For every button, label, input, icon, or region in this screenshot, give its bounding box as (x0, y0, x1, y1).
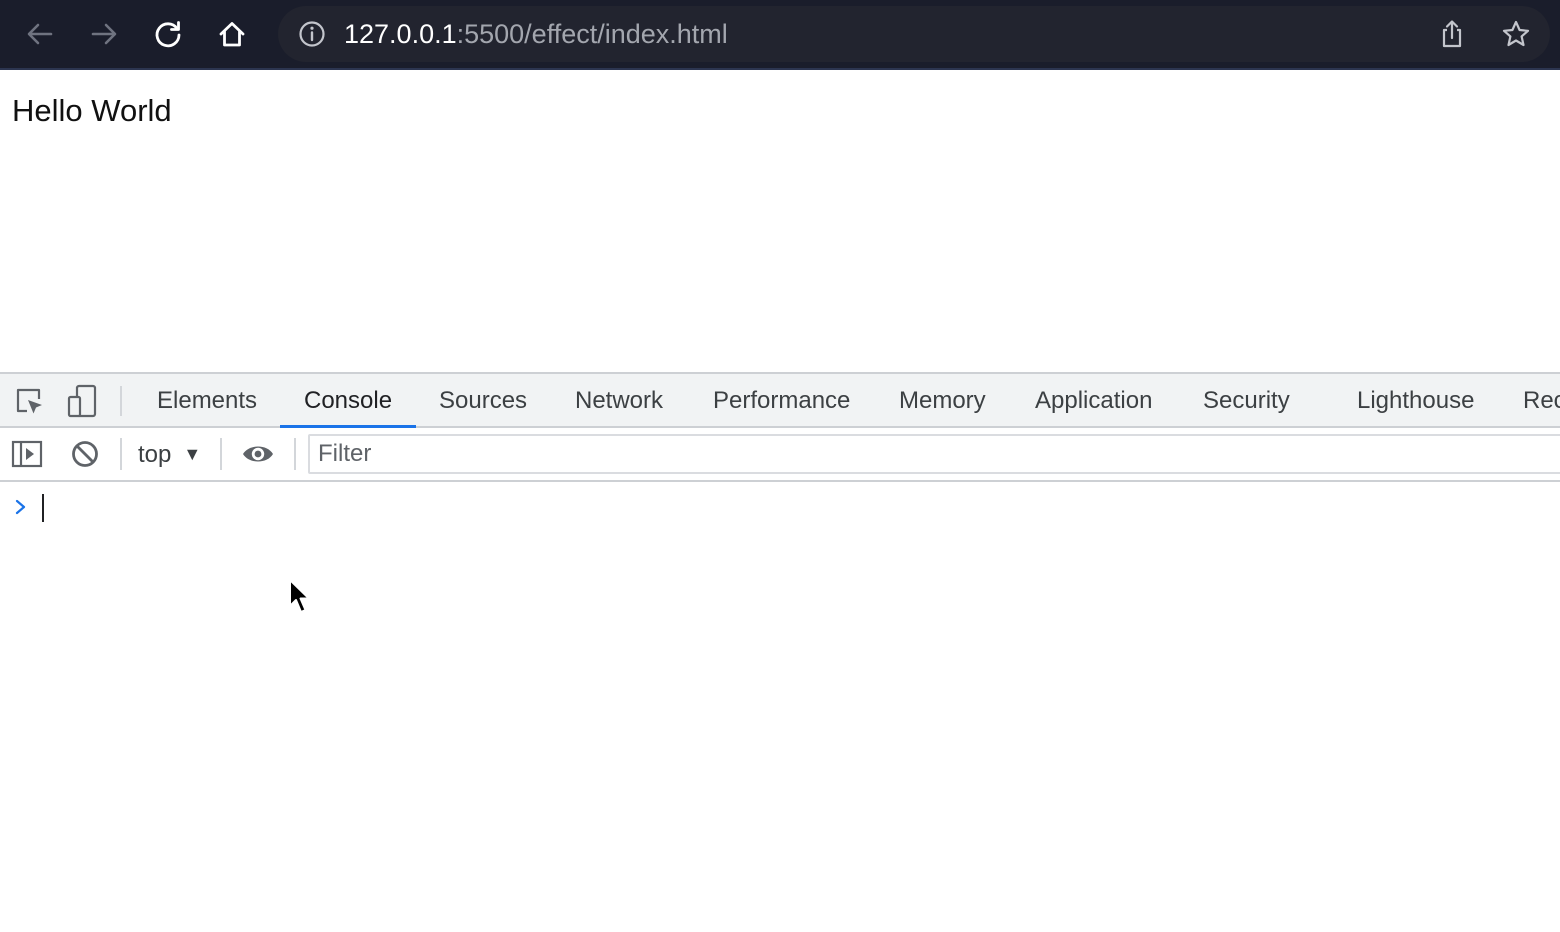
console-filter (308, 434, 1560, 474)
console-sidebar-button[interactable] (10, 438, 44, 470)
back-button[interactable] (20, 14, 60, 54)
device-toolbar-button[interactable] (64, 384, 100, 418)
console-prompt[interactable] (12, 492, 1552, 526)
sidebar-toggle-icon (11, 440, 43, 468)
tab-memory[interactable]: Memory (875, 374, 1010, 428)
devtools-panel: Elements Console Sources Network Perform… (0, 372, 1560, 932)
home-button[interactable] (212, 14, 252, 54)
share-button[interactable] (1436, 18, 1468, 50)
devtools-tab-bar: Elements Console Sources Network Perform… (0, 374, 1560, 428)
tab-console[interactable]: Console (280, 374, 417, 428)
clear-console-icon (72, 441, 98, 467)
bookmark-button[interactable] (1500, 18, 1532, 50)
reload-icon (155, 21, 181, 48)
home-icon (219, 22, 245, 47)
site-info-button[interactable] (298, 20, 326, 48)
tab-sources[interactable]: Sources (415, 374, 551, 428)
tab-application[interactable]: Application (1011, 374, 1176, 428)
arrow-right-icon (91, 23, 117, 45)
info-circle-icon (299, 21, 325, 47)
live-expression-button[interactable] (240, 438, 276, 470)
tab-security[interactable]: Security (1179, 374, 1314, 428)
device-toggle-icon (67, 384, 97, 418)
star-icon (1502, 20, 1530, 47)
mouse-pointer-icon (289, 579, 310, 613)
text-caret (42, 494, 44, 522)
inspect-element-button[interactable] (12, 384, 46, 418)
forward-button[interactable] (84, 14, 124, 54)
console-toolbar: top ▼ (0, 428, 1560, 482)
arrow-left-icon (27, 23, 53, 45)
toolbar-divider (120, 386, 122, 416)
tab-performance[interactable]: Performance (689, 374, 874, 428)
toolbar-divider (220, 438, 222, 470)
tab-elements[interactable]: Elements (133, 374, 281, 428)
reload-button[interactable] (148, 14, 188, 54)
chevron-right-icon (12, 494, 30, 520)
share-icon (1442, 20, 1462, 48)
page-heading: Hello World (12, 93, 172, 128)
browser-toolbar: 127.0.0.1:5500/effect/index.html (0, 0, 1560, 70)
tab-lighthouse[interactable]: Lighthouse (1333, 374, 1498, 428)
toolbar-divider (120, 438, 122, 470)
inspect-element-icon (16, 388, 42, 414)
context-label: top (138, 441, 172, 468)
console-filter-input[interactable] (310, 436, 1558, 472)
address-bar[interactable]: 127.0.0.1:5500/effect/index.html (278, 6, 1550, 62)
url-text: 127.0.0.1:5500/effect/index.html (344, 18, 728, 50)
dropdown-caret-icon: ▼ (183, 444, 202, 464)
clear-console-button[interactable] (68, 438, 102, 470)
tab-recorder[interactable]: Rec (1499, 374, 1560, 428)
execution-context-select[interactable]: top ▼ (138, 428, 201, 480)
url-path: :5500/effect/index.html (456, 19, 728, 49)
tab-network[interactable]: Network (551, 374, 687, 428)
eye-icon (243, 446, 273, 462)
url-host: 127.0.0.1 (344, 19, 457, 49)
toolbar-divider (294, 438, 296, 470)
